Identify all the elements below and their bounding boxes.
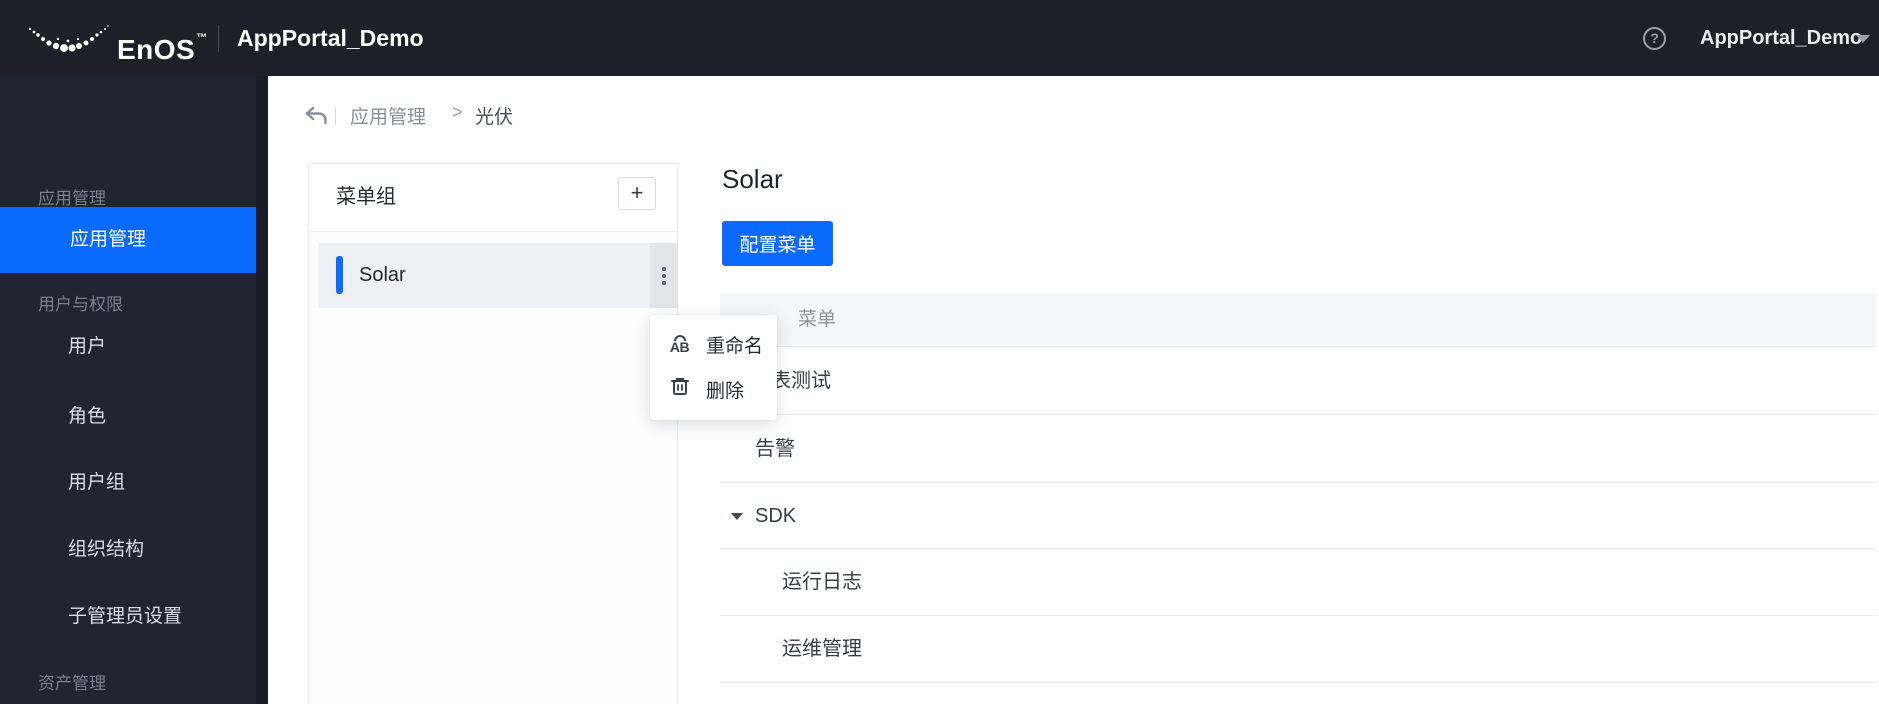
menu-table-header-label: 菜单 — [798, 309, 837, 330]
breadcrumb-parent[interactable]: 应用管理 — [350, 102, 426, 129]
menu-table-row[interactable]: 运行日志 — [720, 549, 1876, 616]
sidebar-item-子管理员设置[interactable]: 子管理员设置 — [0, 600, 256, 634]
add-menu-group-button[interactable]: + — [618, 177, 656, 210]
sidebar-item-组织结构[interactable]: 组织结构 — [0, 533, 256, 567]
sidebar: 应用管理应用管理用户与权限用户角色用户组组织结构子管理员设置资产管理资产同步 — [0, 76, 268, 704]
account-menu[interactable]: AppPortal_Demo — [1700, 0, 1862, 76]
menu-table-rows: 表测试告警 SDK 运行日志运维管理 — [720, 347, 1876, 683]
sidebar-section-label: 应用管理 — [38, 189, 106, 208]
menu-table-row-label: 运行日志 — [782, 571, 862, 593]
topbar-divider — [218, 25, 219, 52]
menu-table-row-label: 表测试 — [771, 370, 831, 392]
breadcrumb-current: 光伏 — [475, 107, 514, 128]
menu-table-row-label: 告警 — [755, 438, 795, 460]
chevron-down-icon[interactable] — [1856, 35, 1870, 43]
menu-table-row[interactable]: 告警 — [720, 415, 1876, 483]
sidebar-item-用户[interactable]: 用户 — [0, 330, 256, 364]
trademark: ™ — [196, 32, 208, 44]
menu-table: 菜单 表测试告警 SDK 运行日志运维管理 — [720, 293, 1876, 683]
menu-group-item-label: Solar — [359, 264, 406, 286]
menu-table-row[interactable]: SDK — [720, 483, 1876, 549]
menu-group-panel-header: 菜单组 + — [309, 164, 677, 232]
breadcrumb-divider — [335, 107, 336, 125]
back-arrow-icon[interactable] — [305, 106, 328, 125]
selected-accent-bar — [336, 256, 343, 294]
configure-menu-button[interactable]: 配置菜单 — [722, 221, 833, 266]
app-title: AppPortal_Demo — [237, 25, 424, 51]
breadcrumb-separator: > — [452, 102, 463, 122]
sidebar-section-label: 用户与权限 — [38, 295, 123, 314]
app-window: EnOS™ AppPortal_Demo ? AppPortal_Demo 应用… — [0, 0, 1879, 704]
context-menu-item-rename[interactable]: AB 重命名 — [650, 322, 777, 367]
trash-icon — [666, 376, 693, 403]
menu-table-row[interactable]: 运维管理 — [720, 616, 1876, 683]
topbar: EnOS™ AppPortal_Demo ? AppPortal_Demo — [0, 0, 1879, 76]
menu-group-item-solar[interactable]: Solar — [318, 243, 678, 308]
context-menu-item-label: 重命名 — [706, 336, 764, 357]
sidebar-item-用户组[interactable]: 用户组 — [0, 466, 256, 500]
context-menu-item-label: 删除 — [706, 381, 745, 402]
menu-table-row-label: 运维管理 — [782, 638, 862, 660]
context-menu-item-delete[interactable]: 删除 — [650, 367, 777, 412]
brand-logo-text: EnOS™ — [117, 32, 208, 65]
rename-icon: AB — [666, 335, 693, 354]
main-content: 应用管理 > 光伏 菜单组 + Solar Solar 配置菜单 菜单 表测试告… — [268, 76, 1879, 704]
tree-expand-caret-icon[interactable] — [731, 513, 743, 520]
sidebar-item-应用管理[interactable]: 应用管理 — [0, 207, 256, 273]
sidebar-item-角色[interactable]: 角色 — [0, 400, 256, 434]
help-icon[interactable]: ? — [1643, 27, 1666, 50]
enos-logo-icon — [28, 25, 109, 52]
menu-table-row[interactable]: 表测试 — [720, 347, 1876, 415]
detail-title: Solar — [722, 164, 783, 194]
menu-table-row-label: SDK — [755, 505, 797, 527]
kebab-vertical-icon[interactable] — [650, 243, 678, 308]
menu-table-header: 菜单 — [720, 293, 1876, 347]
sidebar-scrollbar[interactable] — [256, 76, 268, 704]
context-menu: AB 重命名 删除 — [650, 315, 777, 420]
menu-group-title: 菜单组 — [336, 186, 396, 208]
sidebar-section-label: 资产管理 — [38, 674, 106, 693]
menu-group-panel: 菜单组 + Solar — [308, 163, 678, 704]
